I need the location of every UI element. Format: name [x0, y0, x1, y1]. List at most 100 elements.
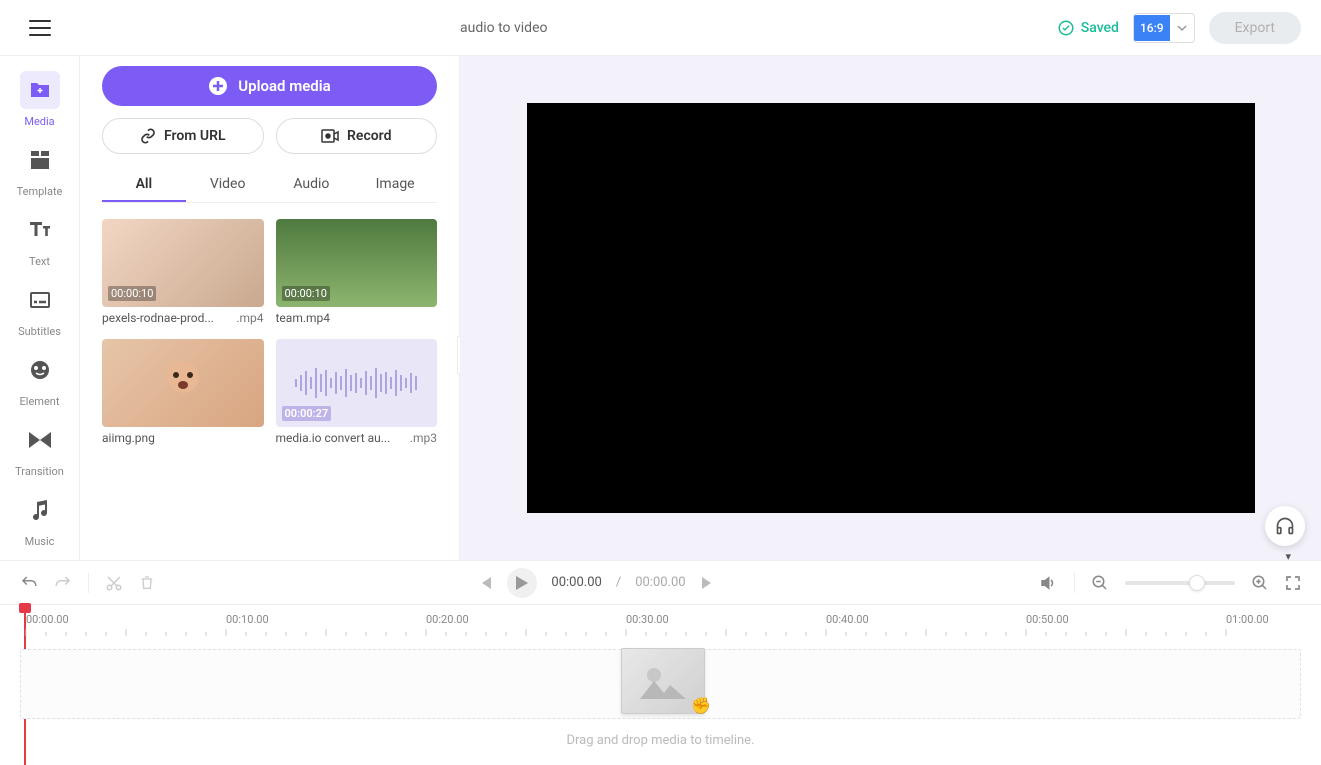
- export-button[interactable]: Export: [1209, 12, 1301, 44]
- media-filename: pexels-rodnae-prod...: [102, 311, 214, 325]
- timeline-ruler[interactable]: 00:00.00 00:10.00 00:20.00 00:30.00 00:4…: [0, 605, 1321, 639]
- media-thumbnail: [102, 339, 264, 427]
- media-filename: media.io convert au...: [276, 431, 391, 445]
- redo-button[interactable]: [54, 574, 72, 592]
- delete-button[interactable]: [139, 574, 155, 592]
- total-time: 00:00.00: [635, 575, 685, 590]
- aspect-ratio-value: 16:9: [1134, 15, 1170, 41]
- top-bar: Saved 16:9 Export: [0, 0, 1321, 56]
- sidebar-item-template[interactable]: Template: [0, 134, 79, 204]
- timeline-drop-zone[interactable]: ✊: [20, 649, 1301, 719]
- check-circle-icon: [1057, 19, 1075, 37]
- ruler-mark: 00:00.00: [26, 613, 69, 626]
- record-label: Record: [347, 128, 391, 144]
- record-button[interactable]: Record: [276, 118, 438, 154]
- ruler-mark: 00:50.00: [1026, 613, 1069, 626]
- menu-icon: [29, 20, 51, 36]
- sidebar-item-element[interactable]: Element: [0, 344, 79, 414]
- sidebar-item-label: Template: [17, 185, 63, 198]
- preview-area: ▾: [460, 56, 1321, 560]
- waveform-icon: [295, 368, 417, 398]
- play-icon: [516, 576, 528, 590]
- timeline-hint: Drag and drop media to timeline.: [20, 733, 1301, 748]
- sidebar-item-transition[interactable]: Transition: [0, 414, 79, 484]
- sidebar-item-label: Subtitles: [18, 325, 61, 338]
- preview-canvas[interactable]: [527, 103, 1255, 513]
- ruler-mark: 00:10.00: [226, 613, 269, 626]
- media-thumbnail: 00:00:27: [276, 339, 438, 427]
- next-frame-button[interactable]: [700, 575, 716, 591]
- zoom-out-button[interactable]: [1091, 574, 1109, 592]
- current-time: 00:00.00: [551, 575, 601, 590]
- media-item[interactable]: 00:00:10 team.mp4: [276, 219, 438, 325]
- record-icon: [321, 129, 339, 143]
- ruler-mark: 01:00.00: [1226, 613, 1269, 626]
- music-icon: [20, 491, 60, 529]
- volume-button[interactable]: [1038, 574, 1058, 592]
- ruler-mark: 00:20.00: [426, 613, 469, 626]
- sidebar-item-text[interactable]: Text: [0, 204, 79, 274]
- time-separator: /: [616, 575, 621, 590]
- sidebar-item-music[interactable]: Music: [0, 484, 79, 554]
- text-icon: [20, 211, 60, 249]
- upload-label: Upload media: [238, 77, 330, 95]
- timeline: 00:00.00 00:10.00 00:20.00 00:30.00 00:4…: [0, 604, 1321, 761]
- chevron-down-icon: [1170, 23, 1194, 33]
- ruler-ticks: [0, 629, 1300, 637]
- duration-badge: 00:00:10: [108, 286, 156, 301]
- menu-button[interactable]: [0, 0, 80, 55]
- fullscreen-button[interactable]: [1285, 575, 1301, 591]
- prev-frame-button[interactable]: [477, 575, 493, 591]
- element-icon: [20, 351, 60, 389]
- duration-badge: 00:00:27: [282, 406, 332, 421]
- upload-media-button[interactable]: Upload media: [102, 66, 437, 106]
- plus-circle-icon: [208, 76, 228, 96]
- media-grid: 00:00:10 pexels-rodnae-prod... .mp4 00:00…: [102, 219, 437, 445]
- sidebar-item-subtitles[interactable]: Subtitles: [0, 274, 79, 344]
- zoom-in-button[interactable]: [1251, 574, 1269, 592]
- from-url-button[interactable]: From URL: [102, 118, 264, 154]
- subtitles-icon: [20, 281, 60, 319]
- media-panel: Upload media From URL Record All Video A…: [80, 56, 460, 560]
- ruler-mark: 00:30.00: [626, 613, 669, 626]
- media-filename: aiimg.png: [102, 431, 155, 445]
- tab-audio[interactable]: Audio: [270, 168, 354, 202]
- tab-image[interactable]: Image: [353, 168, 437, 202]
- aspect-ratio-select[interactable]: 16:9: [1133, 13, 1195, 43]
- media-item[interactable]: 00:00:10 pexels-rodnae-prod... .mp4: [102, 219, 264, 325]
- transition-icon: [20, 421, 60, 459]
- media-thumbnail: 00:00:10: [102, 219, 264, 307]
- media-thumbnail: 00:00:10: [276, 219, 438, 307]
- tab-all[interactable]: All: [102, 168, 186, 202]
- sidebar-item-label: Text: [29, 255, 50, 268]
- player-controls: 00:00.00 / 00:00.00: [0, 560, 1321, 604]
- media-filename: team.mp4: [276, 311, 331, 325]
- sidebar-item-media[interactable]: Media: [0, 64, 79, 134]
- sidebar-item-label: Transition: [15, 465, 64, 478]
- undo-button[interactable]: [20, 574, 38, 592]
- ruler-mark: 00:40.00: [826, 613, 869, 626]
- zoom-thumb[interactable]: [1189, 575, 1205, 591]
- media-item[interactable]: aiimg.png: [102, 339, 264, 445]
- saved-status: Saved: [1057, 19, 1119, 37]
- grab-cursor-icon: ✊: [691, 696, 711, 715]
- zoom-slider[interactable]: [1125, 581, 1235, 585]
- headphones-icon: [1275, 516, 1295, 536]
- sidebar-item-label: Music: [25, 535, 55, 548]
- duration-badge: 00:00:10: [282, 286, 330, 301]
- sidebar-item-label: Media: [24, 115, 54, 128]
- project-title-input[interactable]: [460, 20, 660, 36]
- support-button[interactable]: [1265, 506, 1305, 546]
- media-ext: .mp4: [236, 311, 263, 325]
- template-icon: [20, 141, 60, 179]
- media-item[interactable]: 00:00:27 media.io convert au....mp3: [276, 339, 438, 445]
- saved-label: Saved: [1081, 20, 1119, 36]
- cut-button[interactable]: [105, 574, 123, 592]
- sidebar-nav: Media Template Text Subtitles Element Tr…: [0, 56, 80, 560]
- link-icon: [140, 128, 156, 144]
- folder-plus-icon: [20, 71, 60, 109]
- media-tabs: All Video Audio Image: [102, 168, 437, 203]
- play-button[interactable]: [507, 568, 537, 598]
- from-url-label: From URL: [164, 128, 226, 144]
- tab-video[interactable]: Video: [186, 168, 270, 202]
